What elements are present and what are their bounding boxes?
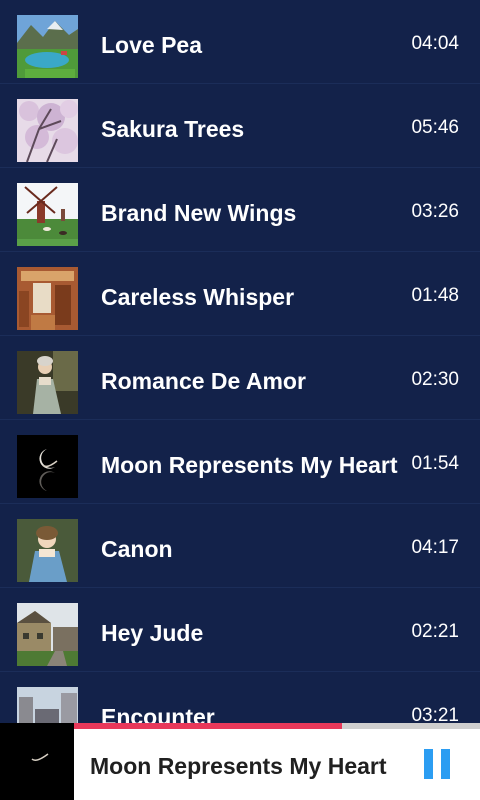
village-street-thumbnail	[17, 603, 78, 666]
song-duration: 01:54	[411, 453, 459, 474]
song-row-love-pea[interactable]: Love Pea 04:04	[0, 0, 480, 84]
now-playing-title: Moon Represents My Heart	[90, 753, 387, 779]
pause-icon	[424, 749, 433, 779]
song-title: Careless Whisper	[101, 284, 295, 310]
song-duration: 02:30	[411, 369, 459, 390]
song-title: Romance De Amor	[101, 368, 306, 394]
song-duration: 03:26	[411, 201, 459, 222]
song-title: Hey Jude	[101, 620, 204, 646]
wooden-interior-thumbnail	[17, 267, 78, 330]
song-title: Encounter	[101, 704, 215, 723]
song-row-hey-jude[interactable]: Hey Jude 02:21	[0, 588, 480, 672]
song-row-moon-represents-my-heart[interactable]: Moon Represents My Heart 01:54	[0, 420, 480, 504]
song-duration: 05:46	[411, 117, 459, 138]
song-row-encounter[interactable]: Encounter 03:21	[0, 672, 480, 723]
portrait-painting-thumbnail	[17, 351, 78, 414]
song-duration: 03:21	[411, 705, 459, 723]
city-street-thumbnail	[17, 687, 78, 723]
song-row-canon[interactable]: Canon 04:17	[0, 504, 480, 588]
song-row-brand-new-wings[interactable]: Brand New Wings 03:26	[0, 168, 480, 252]
song-duration: 01:48	[411, 285, 459, 306]
song-duration: 04:17	[411, 537, 459, 558]
pause-button[interactable]	[424, 749, 450, 779]
song-title: Love Pea	[101, 32, 202, 58]
music-player-screen: Love Pea 04:04 Sakura Trees 05:46 Brand …	[0, 0, 480, 800]
cherry-blossom-thumbnail	[17, 99, 78, 162]
song-row-romance-de-amor[interactable]: Romance De Amor 02:30	[0, 336, 480, 420]
now-playing-bar[interactable]: Moon Represents My Heart	[0, 723, 480, 800]
song-row-sakura-trees[interactable]: Sakura Trees 05:46	[0, 84, 480, 168]
song-duration: 02:21	[411, 621, 459, 642]
windmill-field-thumbnail	[17, 183, 78, 246]
pause-icon	[441, 749, 450, 779]
song-title: Moon Represents My Heart	[101, 452, 398, 478]
crescent-moon-artwork	[0, 723, 74, 800]
lady-portrait-thumbnail	[17, 519, 78, 582]
song-title: Brand New Wings	[101, 200, 297, 226]
song-title: Canon	[101, 536, 173, 562]
song-title: Sakura Trees	[101, 116, 245, 142]
song-list[interactable]: Love Pea 04:04 Sakura Trees 05:46 Brand …	[0, 0, 480, 723]
crescent-moon-thumbnail	[17, 435, 78, 498]
song-duration: 04:04	[411, 33, 459, 54]
lake-landscape-thumbnail	[17, 15, 78, 78]
song-row-careless-whisper[interactable]: Careless Whisper 01:48	[0, 252, 480, 336]
